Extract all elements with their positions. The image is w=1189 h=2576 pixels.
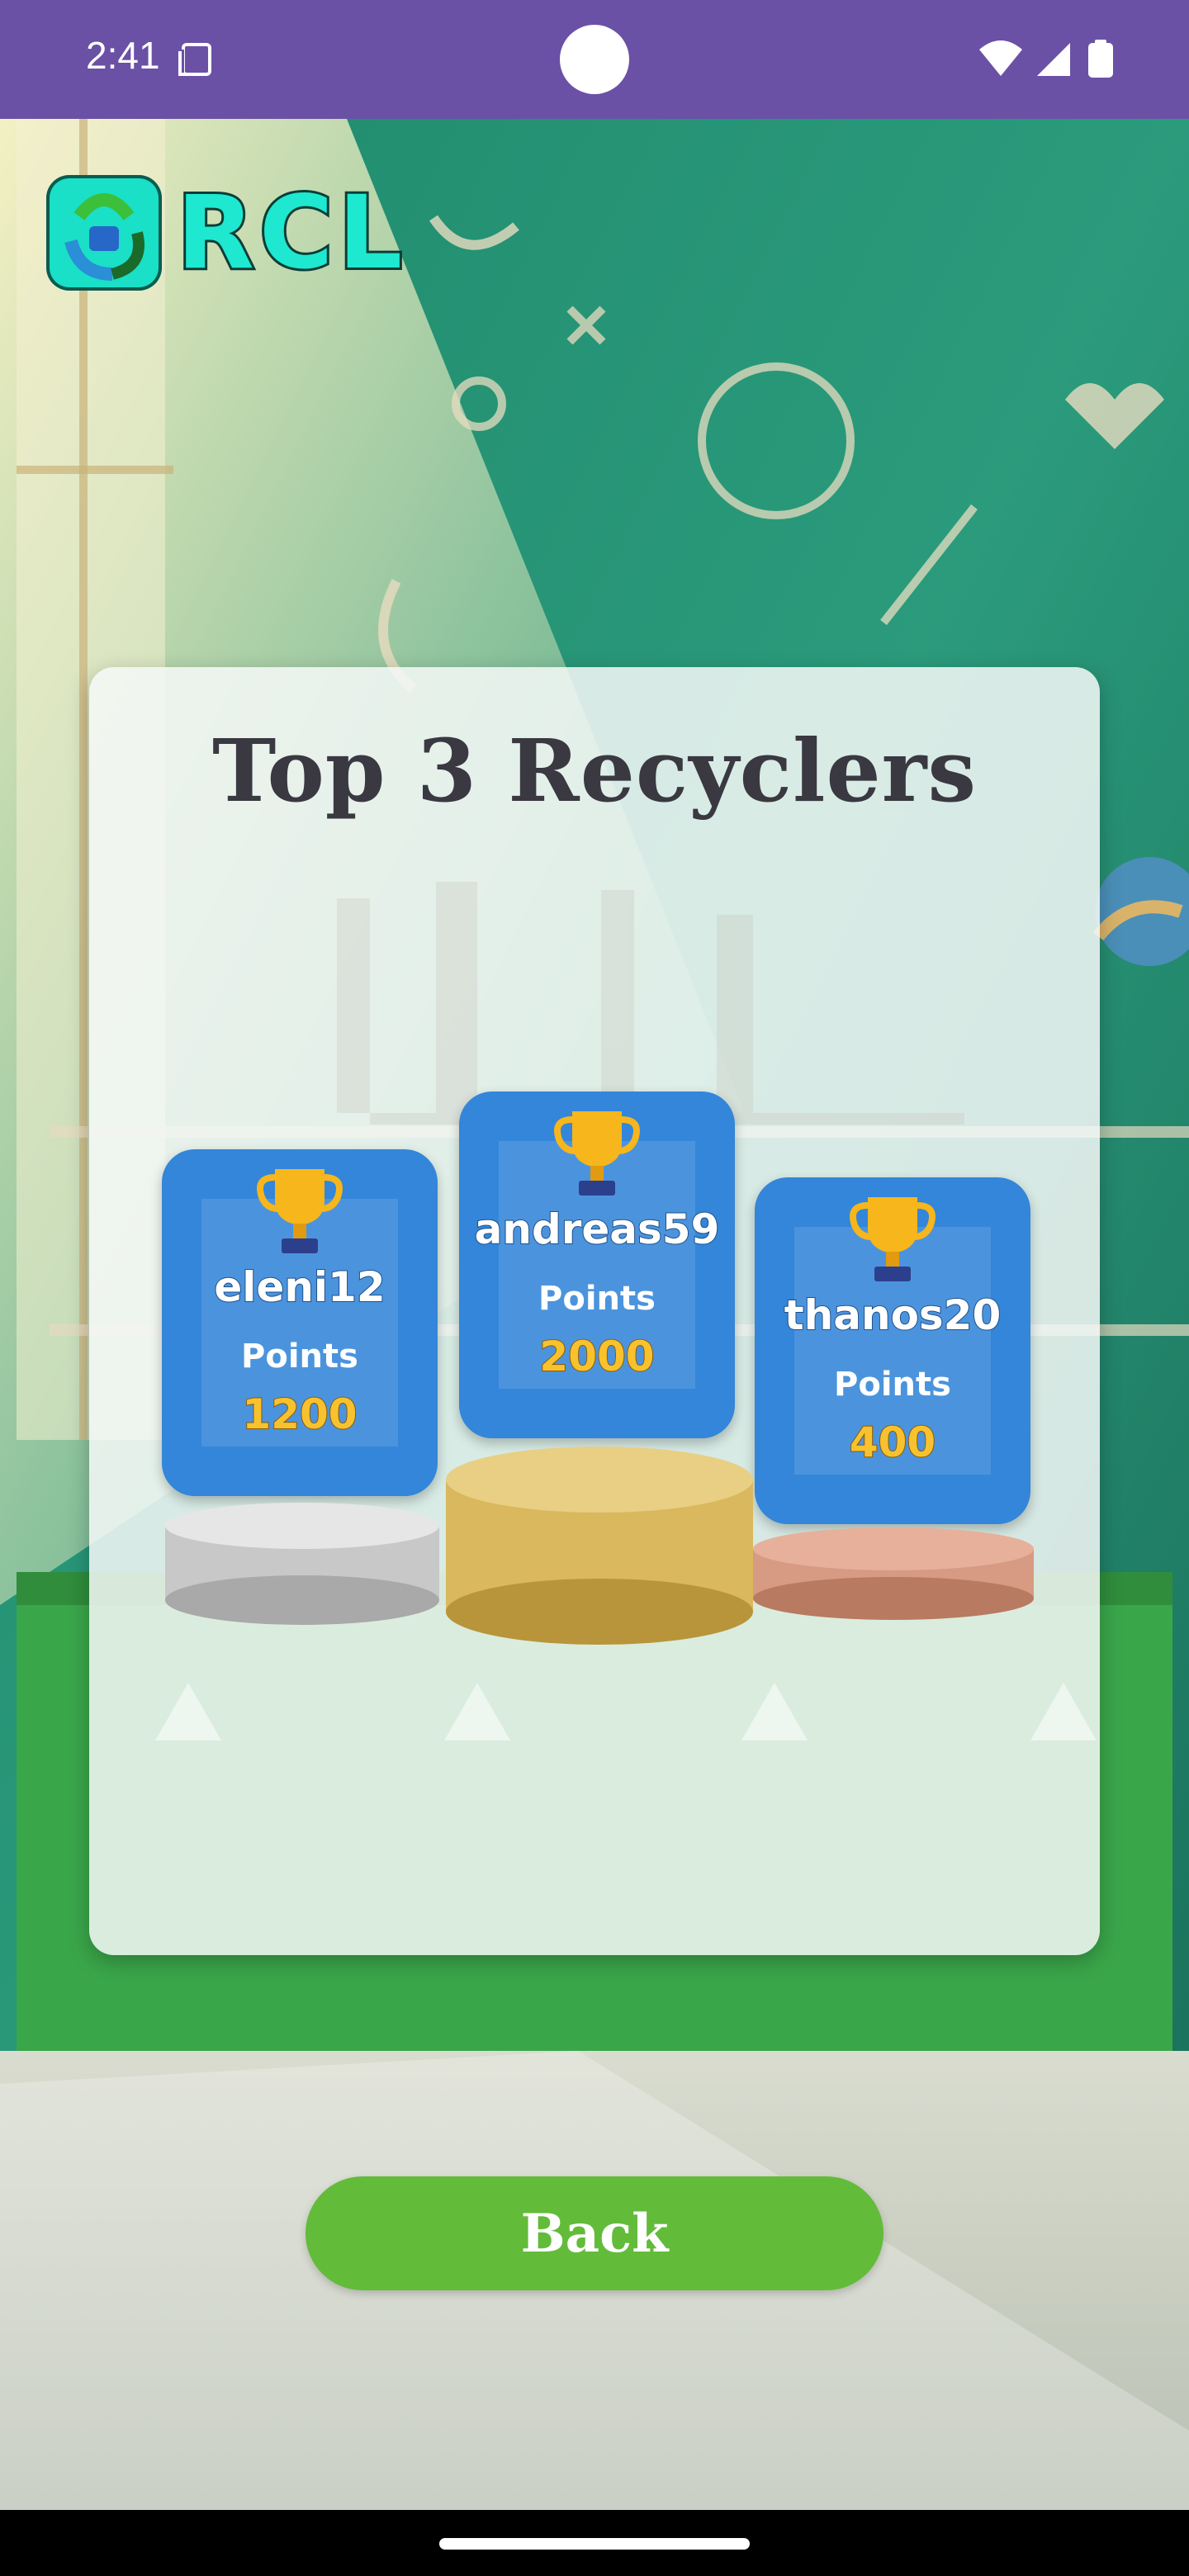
player-name: eleni12 <box>213 1262 386 1312</box>
points-value: 2000 <box>538 1332 655 1381</box>
status-time: 2:41 <box>86 34 160 77</box>
player-name: thanos20 <box>784 1290 1002 1340</box>
sim-card-icon <box>178 43 211 76</box>
silver-pedestal <box>165 1503 439 1625</box>
recycle-leaves-icon <box>46 175 162 291</box>
battery-icon <box>1088 40 1113 78</box>
status-indicators <box>979 40 1113 78</box>
trophy-icon <box>554 1111 640 1196</box>
player-name: andreas59 <box>474 1205 721 1254</box>
bronze-pedestal <box>753 1527 1034 1620</box>
wifi-icon <box>979 40 1022 76</box>
points-value: 400 <box>849 1418 936 1467</box>
leaderboard-title: Top 3 Recyclers <box>211 720 977 822</box>
camera-cutout <box>560 25 629 94</box>
app-logo-text: RCL <box>174 173 408 293</box>
leaderboard-card: Top 3 Recyclers eleni12 Points 1200 andr… <box>89 667 1100 1955</box>
points-value: 1200 <box>241 1390 358 1439</box>
points-label: Points <box>538 1280 656 1318</box>
points-label: Points <box>241 1338 358 1376</box>
app-logo: RCL <box>46 173 426 294</box>
trophy-icon <box>850 1197 936 1281</box>
signal-icon <box>1037 43 1070 76</box>
player-card-2nd: eleni12 Points 1200 <box>162 1149 438 1496</box>
trophy-icon <box>257 1169 343 1253</box>
home-gesture-handle[interactable] <box>439 2538 750 2550</box>
gold-pedestal <box>446 1447 753 1645</box>
player-card-3rd: thanos20 Points 400 <box>755 1177 1030 1524</box>
points-label: Points <box>834 1366 951 1404</box>
player-card-1st: andreas59 Points 2000 <box>459 1091 735 1438</box>
back-button[interactable]: Back <box>306 2176 883 2290</box>
status-bar: 2:41 <box>0 0 1189 119</box>
